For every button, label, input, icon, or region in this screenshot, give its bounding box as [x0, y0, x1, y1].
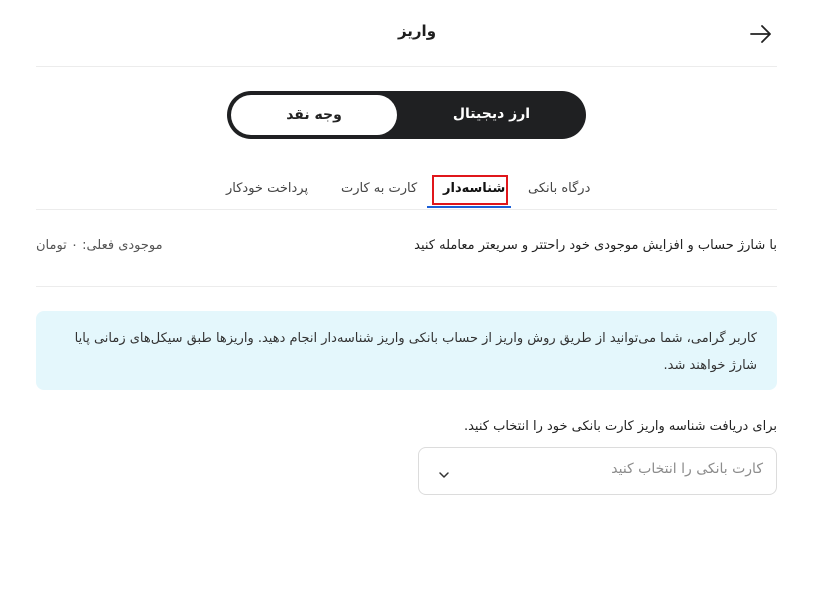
- bank-card-select[interactable]: کارت بانکی را انتخاب کنید: [418, 447, 777, 495]
- balance-divider: [36, 286, 777, 287]
- active-tab-underline: [427, 206, 511, 208]
- current-balance: موجودی فعلی: ۰ تومان: [36, 238, 163, 253]
- card-select-prompt: برای دریافت شناسه واریز کارت بانکی خود ر…: [463, 419, 777, 434]
- balance-label: موجودی فعلی:: [82, 238, 163, 253]
- chevron-down-icon: [438, 465, 450, 478]
- header-divider: [36, 66, 777, 67]
- page-title: واریز: [397, 22, 437, 40]
- toggle-option-cash[interactable]: وجه نقد: [231, 95, 397, 135]
- promo-text: با شارژ حساب و افزایش موجودی خود راحتتر …: [414, 238, 777, 253]
- tabs-divider: [36, 209, 777, 210]
- toggle-option-digital-currency[interactable]: ارز دیجیتال: [397, 106, 586, 122]
- arrow-right-icon[interactable]: [748, 22, 774, 46]
- tab-auto-payment[interactable]: پرداخت خودکار: [226, 181, 308, 196]
- bank-card-select-placeholder: کارت بانکی را انتخاب کنید: [611, 461, 763, 477]
- balance-value: ۰ تومان: [36, 238, 78, 253]
- tab-identified-deposit[interactable]: شناسه‌دار: [443, 181, 505, 196]
- info-box: کاربر گرامی، شما می‌توانید از طریق روش و…: [36, 311, 777, 390]
- info-message: کاربر گرامی، شما می‌توانید از طریق روش و…: [74, 331, 757, 373]
- tab-card-to-card[interactable]: کارت به کارت: [341, 181, 417, 196]
- tab-bank-gateway[interactable]: درگاه بانکی: [528, 181, 590, 196]
